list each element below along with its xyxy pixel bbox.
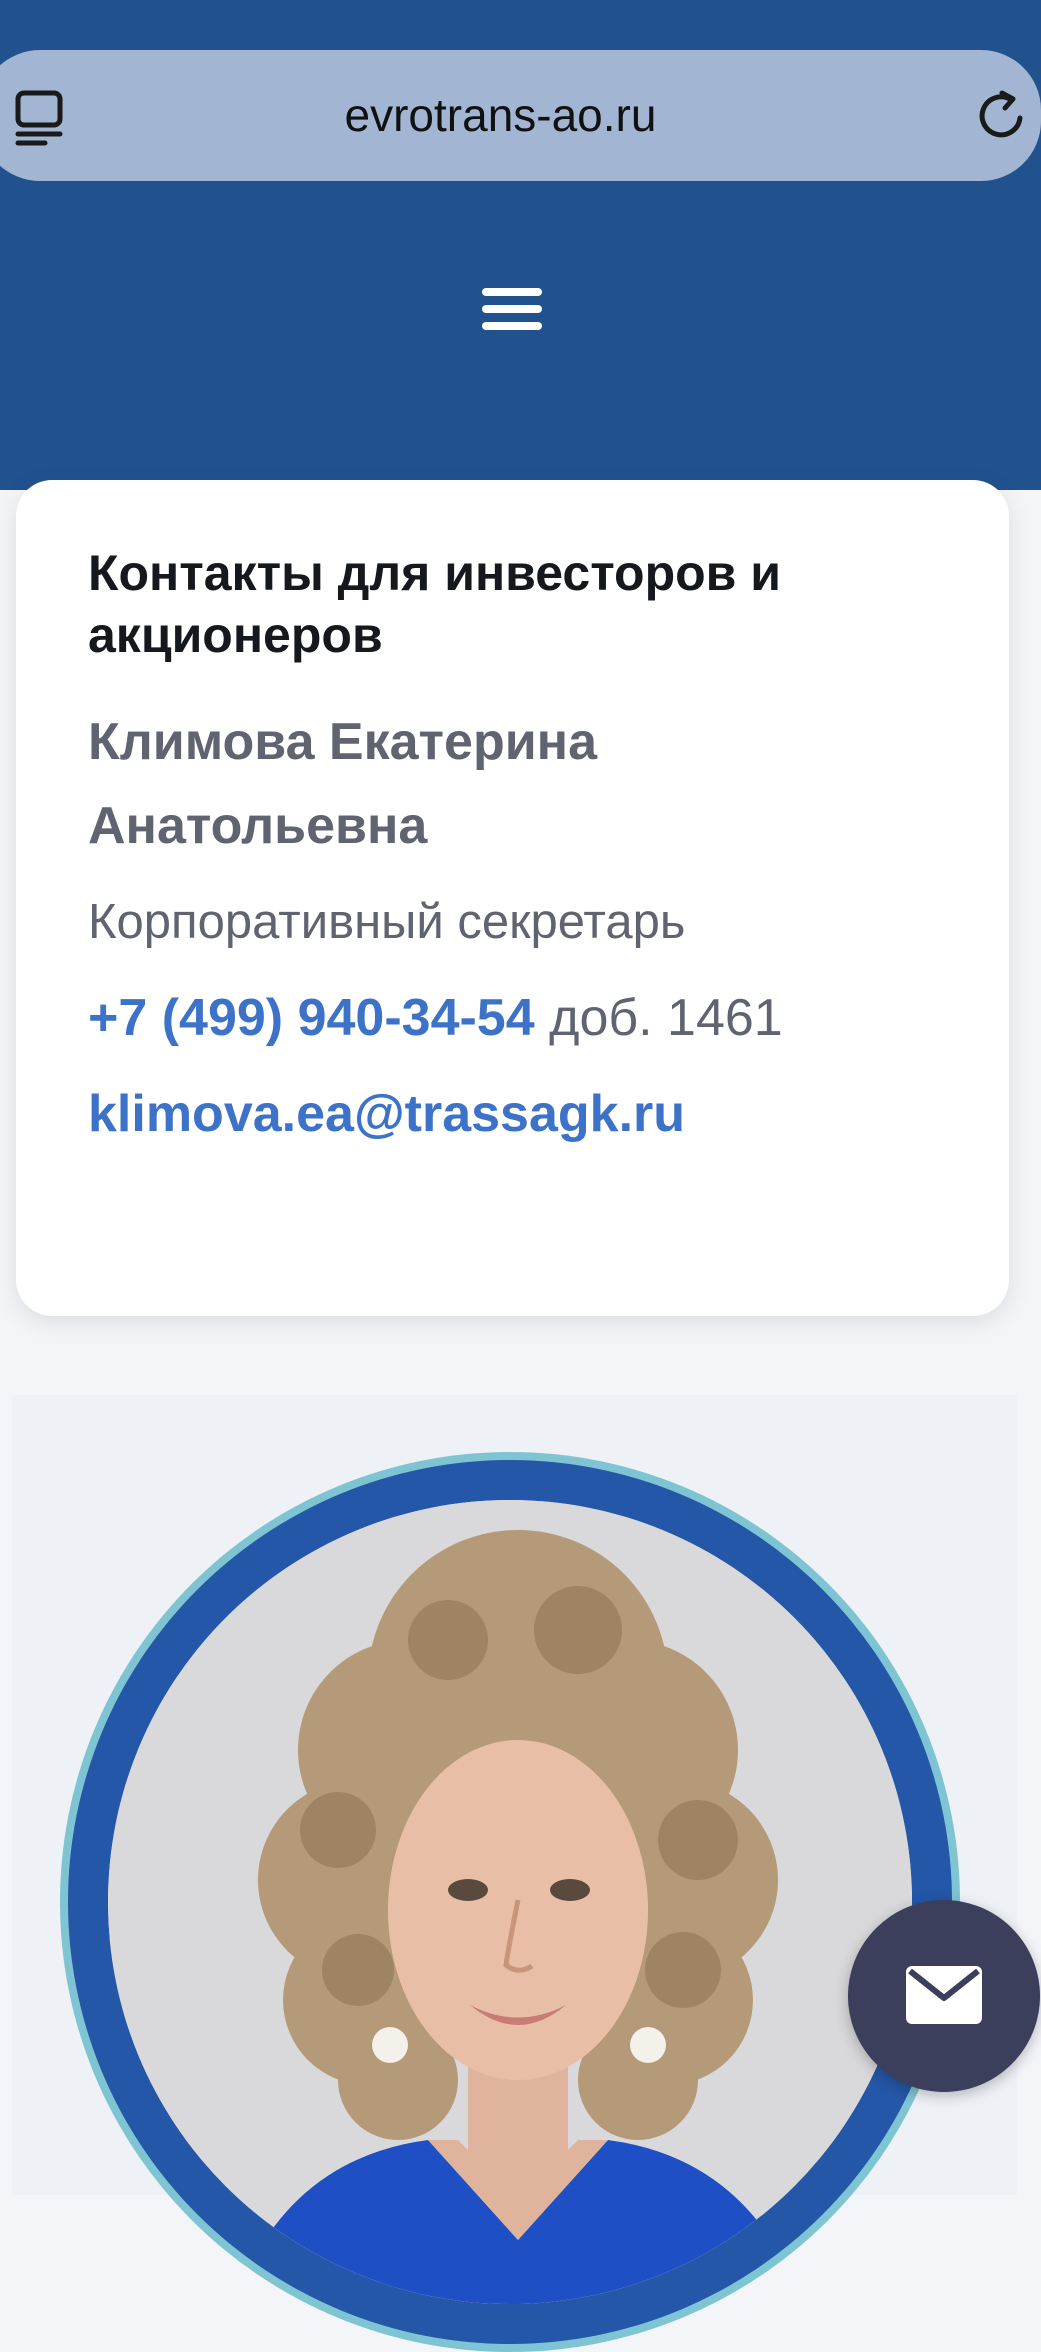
phone-extension: доб. 1461: [549, 989, 783, 1047]
investor-contact-card: Контакты для инвесторов и акционеров Кли…: [16, 480, 1009, 1316]
phone-link[interactable]: +7 (499) 940-34-54: [88, 989, 535, 1047]
contact-mail-button[interactable]: [848, 1900, 1040, 2092]
avatar: [60, 1452, 960, 2352]
site-header: evrotrans-ao.ru: [0, 0, 1041, 490]
contact-name-line1: Климова Екатерина: [88, 713, 598, 771]
url-text[interactable]: evrotrans-ao.ru: [0, 50, 1041, 181]
avatar-ring: [68, 1460, 952, 2344]
reload-icon[interactable]: [974, 88, 1030, 144]
phone-line: +7 (499) 940-34-54 доб. 1461: [88, 986, 988, 1050]
contact-name: Климова Екатерина Анатольевна: [88, 700, 948, 868]
mail-icon: [906, 1966, 982, 2024]
email-link[interactable]: klimova.ea@trassagk.ru: [88, 1082, 685, 1146]
browser-url-bar[interactable]: evrotrans-ao.ru: [0, 50, 1041, 181]
hamburger-menu-icon[interactable]: [480, 284, 544, 334]
avatar-photo: [108, 1500, 912, 2304]
card-title: Контакты для инвесторов и акционеров: [88, 545, 782, 663]
person-portrait-image: [108, 1500, 912, 2304]
contact-role: Корпоративный секретарь: [88, 895, 686, 949]
contact-name-line2: Анатольевна: [88, 797, 428, 855]
